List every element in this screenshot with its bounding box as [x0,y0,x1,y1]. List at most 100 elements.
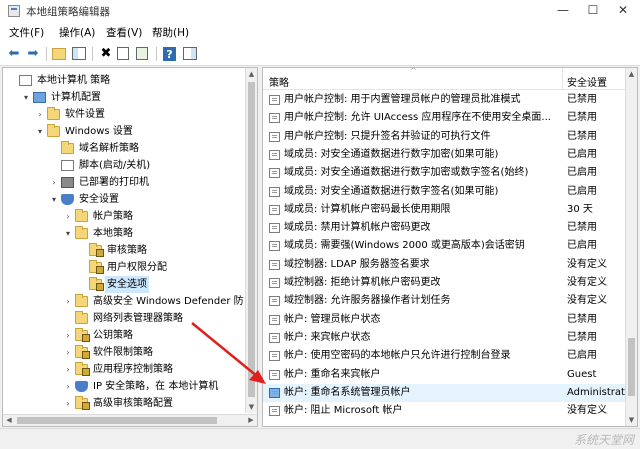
collapse-chevron-icon[interactable]: ▾ [21,89,31,106]
menu-view[interactable]: 查看(V) [106,25,142,40]
up-folder-icon[interactable] [52,48,66,60]
policy-row[interactable]: 帐户: 使用空密码的本地帐户只允许进行控制台登录 已启用 [263,347,625,365]
tree-item[interactable]: 安全选项 [3,276,247,293]
policy-row[interactable]: 域控制器: LDAP 服务器签名要求 没有定义 [263,256,625,274]
policy-row[interactable]: 域控制器: 拒绝计算机帐户密码更改 没有定义 [263,274,625,292]
tree-item[interactable]: › IP 安全策略，在 本地计算机 [3,378,247,395]
policy-row[interactable]: 帐户: 重命名系统管理员帐户 Administrat [263,383,625,402]
tree-item[interactable]: › 软件限制策略 [3,344,247,361]
tree-item[interactable]: › 高级审核策略配置 [3,395,247,412]
folder-icon [75,328,90,342]
policy-name: 域控制器: LDAP 服务器签名要求 [284,258,430,270]
collapse-chevron-icon[interactable]: ▾ [63,225,73,242]
scroll-down-arrow-icon[interactable]: ▼ [626,414,637,426]
tree-item[interactable]: 审核策略 [3,242,247,259]
policy-list-pane[interactable]: ^ 策略 安全设置 用户帐户控制: 用于内置管理员帐户的管理员批准模式 已禁用 用户… [262,67,638,427]
policy-row[interactable]: 用户帐户控制: 用于内置管理员帐户的管理员批准模式 已禁用 [263,91,625,109]
policy-row[interactable]: 帐户: 管理员帐户状态 已禁用 [263,311,625,329]
help-icon[interactable]: ? [163,47,176,61]
policy-row[interactable]: 用户帐户控制: 只提升签名并验证的可执行文件 已禁用 [263,128,625,146]
policy-setting-icon [269,113,280,124]
tree-item[interactable]: 本地计算机 策略 [3,72,247,89]
expand-chevron-icon[interactable]: › [63,293,73,310]
collapse-chevron-icon[interactable]: ▾ [35,123,45,140]
policy-security-setting: 已禁用 [567,331,597,343]
tree-item[interactable]: ▾ Windows 设置 [3,123,247,140]
column-divider[interactable] [562,68,563,90]
folder-icon [75,396,90,410]
tree-item[interactable]: ▾ 计算机配置 [3,89,247,106]
tree-item[interactable]: › 应用程序控制策略 [3,361,247,378]
policy-row[interactable]: 用户帐户控制: 允许 UIAccess 应用程序在不使用安全桌面... 已禁用 [263,109,625,127]
delete-icon[interactable]: ✖ [98,46,114,62]
expand-chevron-icon[interactable]: › [49,174,59,191]
policy-row[interactable]: 域成员: 对安全通道数据进行数字加密或数字签名(始终) 已启用 [263,164,625,182]
tree-item[interactable]: › 软件设置 [3,106,247,123]
tree-item[interactable]: › 公钥策略 [3,327,247,344]
scrollbar-thumb[interactable] [628,338,635,396]
scroll-up-arrow-icon[interactable]: ▲ [626,68,637,80]
scroll-up-arrow-icon[interactable]: ▲ [246,68,257,80]
expand-chevron-icon[interactable]: › [63,395,73,412]
scroll-left-arrow-icon[interactable]: ◀ [3,415,15,426]
scrollbar-thumb[interactable] [17,417,217,424]
expand-chevron-icon[interactable]: › [63,378,73,395]
policy-row[interactable]: 域成员: 禁用计算机帐户密码更改 已禁用 [263,219,625,237]
policy-setting-icon [269,168,280,179]
expand-chevron-icon[interactable]: › [63,361,73,378]
menu-help[interactable]: 帮助(H) [152,25,189,40]
policy-row[interactable]: 域成员: 需要强(Windows 2000 或更高版本)会话密钥 已启用 [263,237,625,255]
tree-vertical-scrollbar[interactable]: ▲ ▼ [245,68,257,413]
policy-row[interactable]: 域成员: 计算机帐户密码最长使用期限 30 天 [263,201,625,219]
policy-name: 帐户: 使用空密码的本地帐户只允许进行控制台登录 [284,350,511,362]
expand-chevron-icon[interactable]: › [63,208,73,225]
policy-row[interactable]: 域控制器: 允许服务器操作者计划任务 没有定义 [263,292,625,310]
tree-item[interactable]: 网络列表管理器策略 [3,310,247,327]
expand-chevron-icon[interactable]: › [35,106,45,123]
show-tree-icon[interactable] [72,47,86,60]
policy-row[interactable]: 域成员: 对安全通道数据进行数字签名(如果可能) 已启用 [263,183,625,201]
policy-row[interactable]: 帐户: 重命名来宾帐户 Guest [263,366,625,384]
tree-horizontal-scrollbar[interactable]: ◀ ▶ [3,414,257,426]
list-vertical-scrollbar[interactable]: ▲ ▼ [625,68,637,426]
expand-chevron-icon[interactable]: › [63,344,73,361]
document-icon [19,75,32,86]
tree-item[interactable]: › 帐户策略 [3,208,247,225]
collapse-chevron-icon[interactable]: ▾ [49,191,59,208]
tree-item[interactable]: 脚本(启动/关机) [3,157,247,174]
policy-name: 域成员: 计算机帐户密码最长使用期限 [284,203,451,215]
close-button[interactable]: ✕ [608,0,638,22]
back-arrow-icon[interactable]: ⬅ [6,46,22,62]
action-pane-icon[interactable] [183,47,197,60]
scrollbar-thumb[interactable] [248,82,255,397]
policy-row[interactable]: 帐户: 来宾帐户状态 已禁用 [263,329,625,347]
tree-item-label: 安全选项 [105,276,149,293]
menu-file[interactable]: 文件(F) [9,25,44,40]
policy-security-setting: Guest [567,368,597,380]
maximize-button[interactable]: ☐ [578,0,608,22]
tree-item[interactable]: 域名解析策略 [3,140,247,157]
console-tree[interactable]: 本地计算机 策略 ▾ 计算机配置 › 软件设置 ▾ Windows 设置 域名解析策略 脚本(启… [2,67,258,427]
scroll-right-arrow-icon[interactable]: ▶ [245,415,257,426]
tree-item-label: 公钥策略 [93,330,133,341]
tree-item[interactable]: ▾ 本地策略 [3,225,247,242]
tree-item[interactable]: › 高级安全 Windows Defender 防 [3,293,247,310]
tree-item[interactable]: 用户权限分配 [3,259,247,276]
policy-security-setting: Administrat [567,386,625,398]
column-policy[interactable]: 策略 [269,74,289,89]
policy-setting-icon [269,131,280,142]
tree-item-label: 用户权限分配 [107,262,167,273]
policy-setting-icon [269,204,280,215]
export-list-icon[interactable] [136,47,148,60]
menu-action[interactable]: 操作(A) [59,25,95,40]
expand-chevron-icon[interactable]: › [63,327,73,344]
properties-icon[interactable] [117,47,129,60]
minimize-button[interactable]: — [548,0,578,22]
column-security-setting[interactable]: 安全设置 [567,74,607,89]
forward-arrow-icon[interactable]: ➡ [25,46,41,62]
tree-item[interactable]: ▾ 安全设置 [3,191,247,208]
policy-row[interactable]: 域成员: 对安全通道数据进行数字加密(如果可能) 已启用 [263,146,625,164]
scroll-down-arrow-icon[interactable]: ▼ [246,401,257,413]
tree-item[interactable]: › 已部署的打印机 [3,174,247,191]
policy-row[interactable]: 帐户: 阻止 Microsoft 帐户 没有定义 [263,402,625,420]
